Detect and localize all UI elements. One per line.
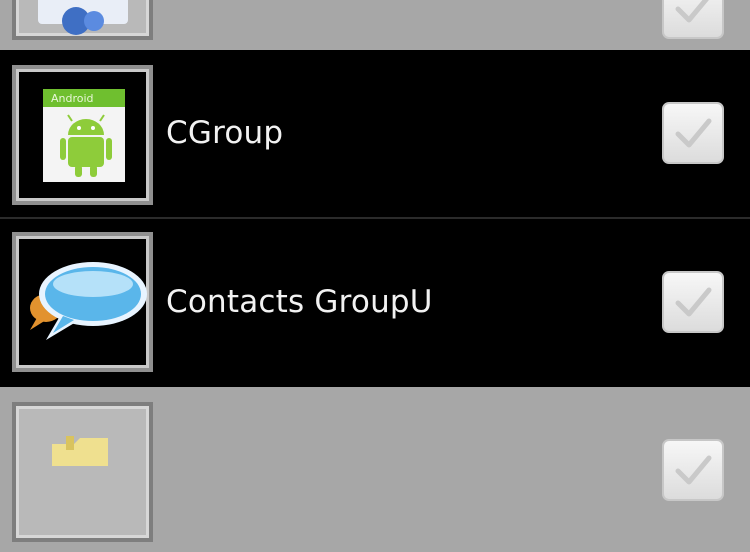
group-thumbnail xyxy=(12,232,153,372)
list-item[interactable]: Contacts GroupU xyxy=(0,219,750,385)
group-name: CGroup xyxy=(166,114,284,151)
group-list: Android CGroup Contacts GroupU xyxy=(0,0,750,552)
check-icon xyxy=(675,287,712,317)
group-checkbox[interactable] xyxy=(662,271,724,333)
group-thumbnail xyxy=(12,0,153,40)
group-checkbox[interactable] xyxy=(662,439,724,501)
group-name: Contacts GroupU xyxy=(166,283,433,320)
android-icon: Android xyxy=(43,89,125,182)
check-icon xyxy=(675,0,709,23)
group-thumbnail xyxy=(12,402,153,542)
svg-text:Android: Android xyxy=(51,92,94,105)
folder-icon xyxy=(52,436,108,466)
list-item[interactable]: Android CGroup xyxy=(0,50,750,217)
check-icon xyxy=(675,118,712,148)
list-item[interactable] xyxy=(0,387,750,552)
chat-bubble-icon xyxy=(30,262,147,340)
group-checkbox[interactable] xyxy=(662,102,724,164)
group-checkbox[interactable] xyxy=(662,0,724,39)
group-photo-icon xyxy=(38,0,128,35)
list-item[interactable] xyxy=(0,0,750,50)
group-thumbnail: Android xyxy=(12,65,153,205)
